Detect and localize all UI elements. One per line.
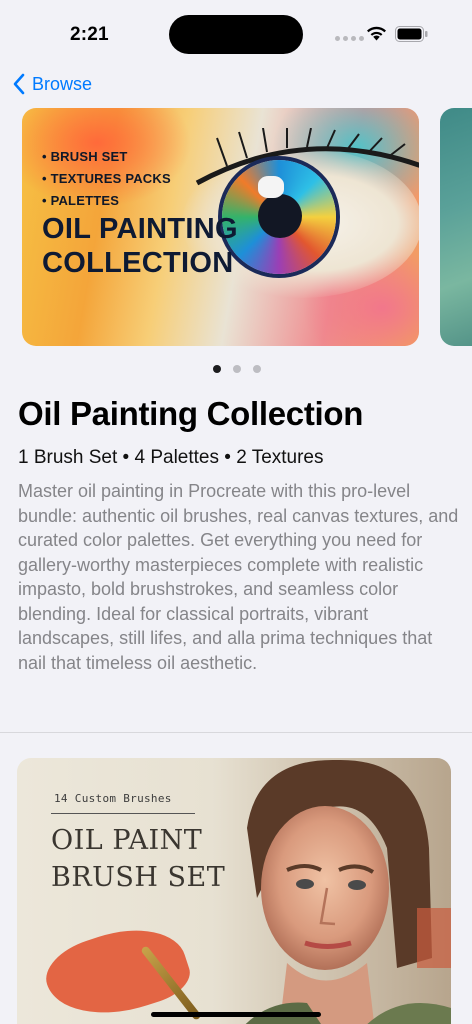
- wifi-icon: [367, 26, 386, 41]
- brush-set-card[interactable]: 14 Custom Brushes OIL PAINT BRUSH SET: [17, 758, 451, 1024]
- subtitle-rule: [51, 813, 195, 814]
- status-bar: 2:21: [0, 0, 472, 60]
- dynamic-island: [169, 15, 303, 54]
- image-carousel[interactable]: • BRUSH SET • TEXTURES PACKS • PALETTES …: [22, 108, 472, 346]
- hero-image-card[interactable]: • BRUSH SET • TEXTURES PACKS • PALETTES …: [22, 108, 419, 346]
- hero-feature-item: • BRUSH SET: [42, 149, 128, 164]
- product-contents-summary: 1 Brush Set • 4 Palettes • 2 Textures: [18, 447, 324, 468]
- product-description: Master oil painting in Procreate with th…: [18, 481, 459, 673]
- screen: 2:21 Browse • BRUSH SET • TEXTURES PACKS…: [0, 0, 472, 1024]
- section-divider: [0, 732, 472, 733]
- next-image-card[interactable]: [440, 108, 472, 346]
- page-dot-active[interactable]: [213, 365, 221, 373]
- page-dot[interactable]: [233, 365, 241, 373]
- back-button-label: Browse: [32, 73, 93, 94]
- battery-icon: [395, 26, 428, 42]
- brush-set-subtitle: 14 Custom Brushes: [54, 792, 172, 805]
- hero-feature-item: • TEXTURES PACKS: [42, 171, 171, 186]
- hero-feature-item: • PALETTES: [42, 193, 120, 208]
- cellular-signal-icon: [335, 36, 364, 41]
- eye-highlight: [258, 176, 284, 198]
- back-button[interactable]: Browse: [12, 70, 92, 98]
- brush-set-title: OIL PAINT BRUSH SET: [51, 825, 226, 893]
- portrait-artwork: [245, 759, 451, 1024]
- chevron-left-icon: [13, 73, 25, 95]
- page-indicator[interactable]: [213, 365, 261, 373]
- hero-feature-list: • BRUSH SET • TEXTURES PACKS • PALETTES: [42, 146, 171, 212]
- status-time: 2:21: [70, 24, 109, 45]
- product-title: Oil Painting Collection: [18, 395, 364, 432]
- home-indicator[interactable]: [151, 1012, 321, 1017]
- page-dot[interactable]: [253, 365, 261, 373]
- hero-title: OIL PAINTING COLLECTION: [42, 213, 238, 279]
- red-paint-stroke: [38, 913, 196, 1024]
